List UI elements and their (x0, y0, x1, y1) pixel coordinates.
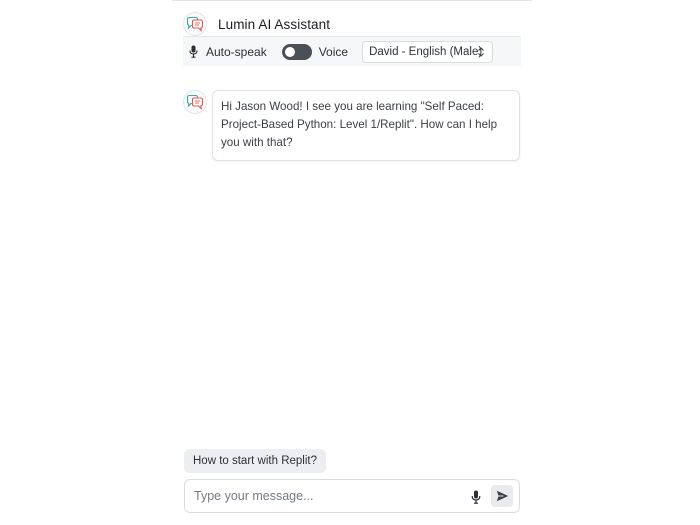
chat-bubbles-icon (183, 12, 207, 36)
voice-select-value: David - English (Male) (369, 45, 483, 58)
assistant-message-bubble: Hi Jason Wood! I see you are learning "S… (212, 90, 520, 161)
microphone-icon (189, 45, 198, 58)
voice-controls-bar: Auto-speak Voice David - English (Male) (183, 36, 521, 66)
message-composer (184, 479, 520, 513)
send-button[interactable] (491, 485, 513, 507)
chevron-up-down-icon (477, 46, 485, 61)
suggestion-chip[interactable]: How to start with Replit? (184, 449, 326, 473)
autospeak-label: Auto-speak (206, 44, 267, 59)
page: Lumin AI Assistant Auto-speak Voice Davi… (0, 0, 700, 525)
autospeak-toggle[interactable] (281, 43, 312, 60)
toggle-knob (284, 46, 295, 57)
microphone-icon (471, 490, 481, 504)
voice-label: Voice (318, 44, 349, 59)
voice-select[interactable]: David - English (Male) (362, 40, 494, 63)
assistant-panel: Lumin AI Assistant Auto-speak Voice Davi… (183, 0, 521, 525)
assistant-avatar-icon (183, 90, 207, 114)
assistant-header: Lumin AI Assistant (183, 10, 521, 38)
send-arrow-icon (496, 490, 508, 502)
message-input[interactable] (194, 489, 464, 503)
voice-input-button[interactable] (469, 489, 483, 505)
assistant-title: Lumin AI Assistant (218, 16, 331, 32)
